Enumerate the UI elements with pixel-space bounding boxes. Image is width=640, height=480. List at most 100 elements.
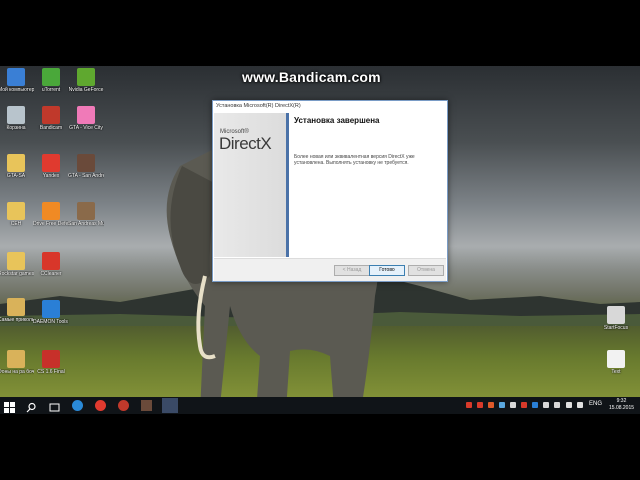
desktop-icon-label: GTA - San Andreas <box>68 173 104 179</box>
app-icon <box>42 202 60 220</box>
app-icon <box>7 68 25 86</box>
tray-yandex-icon[interactable] <box>477 402 483 408</box>
network-icon[interactable] <box>577 402 583 408</box>
desktop-icon[interactable]: GTA - Vice City <box>68 106 104 131</box>
app-icon <box>7 154 25 172</box>
app-icon <box>42 252 60 270</box>
desktop-icon-label: CS 1.6 Final <box>37 369 65 375</box>
app-icon <box>607 306 625 324</box>
app-icon <box>42 106 60 124</box>
task-view-button[interactable] <box>49 400 60 412</box>
edge-browser-icon[interactable] <box>72 400 83 411</box>
app-icon <box>7 350 25 368</box>
desktop-icon[interactable]: Корзина <box>0 106 34 131</box>
app-icon <box>42 154 60 172</box>
cancel-button[interactable]: Отмена <box>408 265 444 276</box>
desktop-icon[interactable]: Самые прикольные <box>0 298 34 323</box>
desktop-icon-label: GTA-SA <box>6 173 26 179</box>
language-indicator[interactable]: ENG <box>589 401 602 407</box>
desktop: www.Bandicam.com Установка Microsoft(R) … <box>0 66 640 413</box>
app-icon <box>77 202 95 220</box>
gta-taskbar-icon[interactable] <box>141 400 152 411</box>
finish-button[interactable]: Готово <box>369 265 405 276</box>
app-icon <box>7 252 25 270</box>
yandex-browser-icon[interactable] <box>95 400 106 411</box>
desktop-icon[interactable]: CCleaner <box>33 252 69 277</box>
dialog-accent-bar <box>286 113 289 257</box>
tray-icon[interactable] <box>532 402 538 408</box>
desktop-icon-label: Drive Free Defender <box>33 221 69 227</box>
desktop-icon-label: CCleaner <box>40 271 62 277</box>
directx-logo: DirectX <box>219 134 272 153</box>
task-view-icon <box>49 403 60 412</box>
desktop-icon[interactable]: GTA-SA <box>0 154 34 179</box>
bandicam-watermark: www.Bandicam.com <box>242 69 381 85</box>
volume-icon[interactable] <box>566 402 572 408</box>
desktop-icon[interactable]: CS 1.6 Final <box>33 350 69 375</box>
app-icon <box>77 68 95 86</box>
desktop-icon-label: DAEMON Tools Lite <box>33 319 69 325</box>
bandicam-taskbar-icon[interactable] <box>118 400 129 411</box>
desktop-icon[interactable]: DAEMON Tools Lite <box>33 300 69 325</box>
app-icon <box>7 106 25 124</box>
tray-icon[interactable] <box>543 402 549 408</box>
dialog-heading: Установка завершена <box>294 116 380 125</box>
clock[interactable]: 9:32 15.08.2015 <box>609 398 634 412</box>
app-icon <box>77 154 95 172</box>
clock-time: 9:32 <box>616 398 627 404</box>
desktop-icon-label: uTorrent <box>41 87 61 93</box>
tray-bandicam-icon[interactable] <box>466 402 472 408</box>
desktop-icon[interactable]: Yandex <box>33 154 69 179</box>
dialog-message: Более новая или эквивалентная версия Dir… <box>294 154 415 166</box>
clock-date: 15.08.2015 <box>609 405 635 411</box>
dialog-button-bar: < Назад Готово Отмена <box>214 258 446 281</box>
start-button[interactable] <box>4 400 15 413</box>
tray-icon[interactable] <box>554 402 560 408</box>
tray-icon[interactable] <box>510 402 516 408</box>
app-icon <box>7 298 25 316</box>
desktop-icon[interactable]: Фоны на ра бочий стол <box>0 350 34 375</box>
directx-setup-dialog: Установка Microsoft(R) DirectX(R) Micros… <box>212 100 448 282</box>
tray-network-icon[interactable] <box>499 402 505 408</box>
desktop-icon[interactable]: Text <box>598 350 634 375</box>
desktop-icon-label: Фоны на ра бочий стол <box>0 369 34 375</box>
desktop-icon[interactable]: Мой компьютер <box>0 68 34 93</box>
desktop-icon-label: Rockstar games <box>0 271 34 277</box>
desktop-icon-label: Nvidia GeForce <box>68 87 104 93</box>
app-icon <box>42 300 60 318</box>
desktop-icon[interactable]: uTorrent <box>33 68 69 93</box>
app-icon <box>7 202 25 220</box>
search-icon <box>26 402 36 413</box>
desktop-icon[interactable]: Bandicam <box>33 106 69 131</box>
desktop-icon-label: Bandicam <box>39 125 63 131</box>
desktop-icon-label: СЕН <box>10 221 22 227</box>
desktop-icon-label: GTA - Vice City <box>69 125 103 131</box>
directx-setup-taskbar-icon[interactable] <box>162 398 178 413</box>
desktop-icon[interactable]: СЕН <box>0 202 34 227</box>
desktop-icon-label: Мой компьютер <box>0 87 34 93</box>
dialog-logo-panel: Microsoft® DirectX <box>214 113 286 257</box>
tray-app-icon[interactable] <box>488 402 494 408</box>
desktop-icon-label: Корзина <box>6 125 26 131</box>
desktop-icon[interactable]: StartFocus <box>598 306 634 331</box>
back-button[interactable]: < Назад <box>334 265 370 276</box>
dialog-title: Установка Microsoft(R) DirectX(R) <box>213 101 447 111</box>
desktop-icon-label: San Andreas Multiplayer <box>68 221 104 227</box>
tray-icon[interactable] <box>521 402 527 408</box>
desktop-icon[interactable]: Rockstar games <box>0 252 34 277</box>
desktop-icon-label: Yandex <box>42 173 60 179</box>
app-icon <box>42 350 60 368</box>
desktop-icon[interactable]: San Andreas Multiplayer <box>68 202 104 227</box>
desktop-icon[interactable]: GTA - San Andreas <box>68 154 104 179</box>
desktop-icon[interactable]: Drive Free Defender <box>33 202 69 227</box>
app-icon <box>42 68 60 86</box>
app-icon <box>77 106 95 124</box>
search-button[interactable] <box>26 400 37 413</box>
windows-icon <box>4 402 15 413</box>
desktop-icon[interactable]: Nvidia GeForce <box>68 68 104 93</box>
desktop-icon-label: Самые прикольные <box>0 317 34 323</box>
desktop-icon-label: StartFocus <box>603 325 629 331</box>
app-icon <box>607 350 625 368</box>
desktop-icon-label: Text <box>611 369 621 375</box>
taskbar: ENG 9:32 15.08.2015 <box>0 397 640 414</box>
